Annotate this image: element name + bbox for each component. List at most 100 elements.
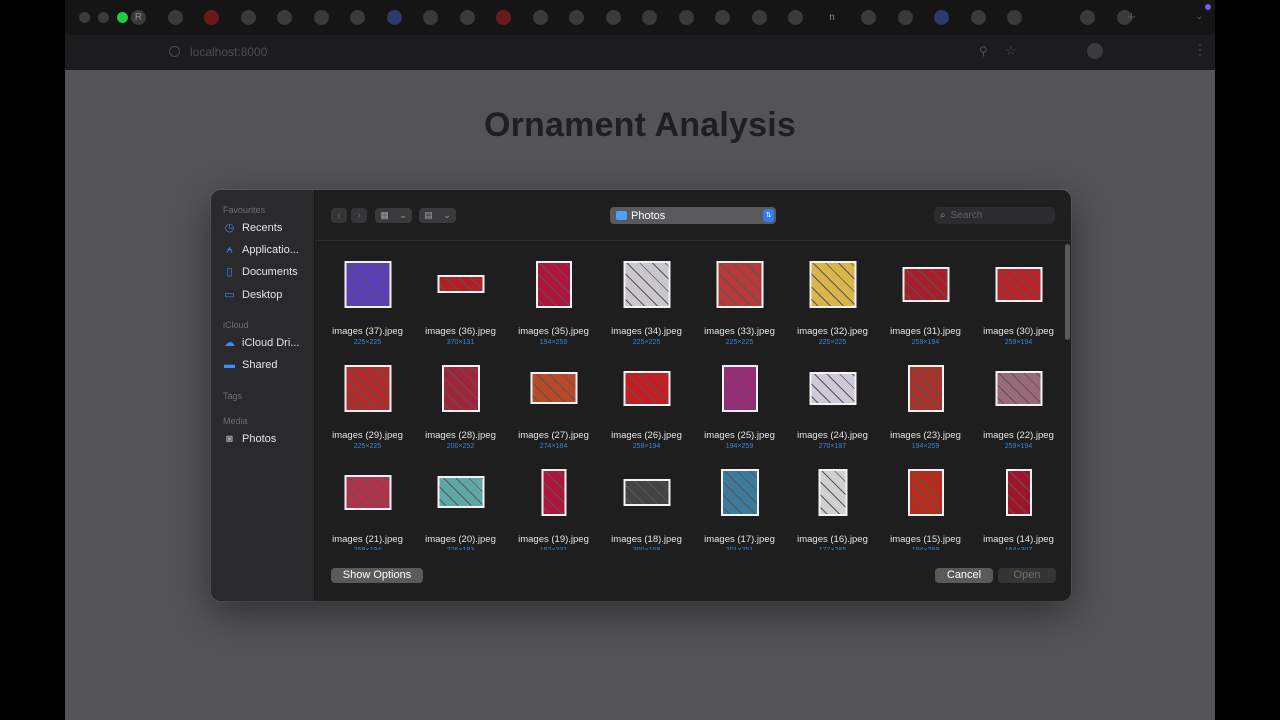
file-item[interactable]: images (22).jpeg 259×194 <box>972 354 1060 450</box>
file-item[interactable]: images (34).jpeg 225×225 <box>600 250 693 346</box>
file-item[interactable]: images (23).jpeg 194×259 <box>879 354 972 450</box>
tab-favicon[interactable]: n <box>824 10 840 25</box>
tab-favicon[interactable] <box>240 10 256 25</box>
tab-favicon[interactable] <box>167 10 183 25</box>
sidebar-item-shared[interactable]: ▬ Shared <box>223 356 277 374</box>
file-thumbnail <box>720 468 759 516</box>
file-dimensions: 270×187 <box>818 443 847 450</box>
open-button[interactable]: Open <box>998 568 1056 583</box>
sidebar-item-label: Documents <box>242 266 298 278</box>
icloud-header: iCloud <box>223 320 249 330</box>
tab-favicon[interactable] <box>715 10 730 25</box>
file-item[interactable]: images (30).jpeg 259×194 <box>972 250 1060 346</box>
file-thumbnail <box>809 260 856 308</box>
file-thumbnail <box>907 364 944 412</box>
file-name: images (23).jpeg <box>890 430 961 441</box>
tab-favicon[interactable] <box>423 10 438 25</box>
file-item[interactable]: images (17).jpeg201×251 <box>693 458 786 550</box>
file-item[interactable]: images (36).jpeg 370×131 <box>414 250 507 346</box>
search-field[interactable]: ⌕ <box>934 207 1055 224</box>
file-item[interactable]: images (35).jpeg 194×259 <box>507 250 600 346</box>
sidebar-item-desktop[interactable]: ▭ Desktop <box>223 286 282 304</box>
cloud-icon: ☁ <box>224 336 235 349</box>
browser-menu-icon[interactable]: ⋮ <box>1193 41 1207 58</box>
file-item[interactable]: images (27).jpeg 274×184 <box>507 354 600 450</box>
address-bar[interactable]: localhost:8000 ⚲ ☆ ⋮ <box>65 35 1215 71</box>
tab-favicon[interactable] <box>569 10 584 25</box>
file-dimensions: 194×259 <box>539 339 568 346</box>
file-item[interactable]: images (18).jpeg300×168 <box>600 458 693 550</box>
back-button[interactable]: ‹ <box>331 208 347 223</box>
cancel-button[interactable]: Cancel <box>935 568 993 583</box>
tab-favicon[interactable] <box>751 10 767 25</box>
file-name: images (29).jpeg <box>332 430 403 441</box>
file-item[interactable]: images (24).jpeg 270×187 <box>786 354 879 450</box>
tab-favicon[interactable] <box>532 10 548 25</box>
maximize-window-button[interactable] <box>117 12 128 23</box>
file-thumbnail <box>995 266 1042 302</box>
file-item[interactable]: images (32).jpeg 225×225 <box>786 250 879 346</box>
tab-favicon[interactable] <box>1080 10 1095 25</box>
file-item[interactable]: images (29).jpeg 225×225 <box>321 354 414 450</box>
site-info-icon[interactable] <box>169 46 180 57</box>
file-item[interactable]: images (16).jpeg177×285 <box>786 458 879 550</box>
tab-favicon[interactable] <box>970 10 986 25</box>
file-item[interactable]: images (26).jpeg 259×194 <box>600 354 693 450</box>
file-item[interactable]: images (14).jpeg164×307 <box>972 458 1060 550</box>
file-name: images (35).jpeg <box>518 326 589 337</box>
tab-favicon[interactable] <box>277 10 292 25</box>
tab-favicon[interactable] <box>313 10 329 25</box>
scroll-thumb[interactable] <box>1065 244 1070 340</box>
bookmark-star-icon[interactable]: ☆ <box>1005 43 1017 59</box>
tab-favicon[interactable] <box>861 10 876 25</box>
tab-favicon[interactable] <box>605 10 621 25</box>
zoom-icon[interactable]: ⚲ <box>979 44 988 58</box>
file-item[interactable]: images (19).jpeg152×331 <box>507 458 600 550</box>
vertical-scrollbar[interactable] <box>1064 242 1071 550</box>
file-thumbnail <box>623 478 670 506</box>
icon-view-button[interactable]: ▦ ⌄ <box>375 208 412 223</box>
gallery-view-icon: ▤ <box>424 210 433 220</box>
sidebar-item-photos[interactable]: ◙ Photos <box>223 430 276 448</box>
sidebar-item-recents[interactable]: ◷ Recents <box>223 219 283 237</box>
dialog-footer: Show Options Cancel Open <box>315 550 1071 601</box>
file-item[interactable]: images (25).jpeg 194×259 <box>693 354 786 450</box>
tab-favicon[interactable] <box>496 10 511 25</box>
tab-favicon[interactable] <box>934 10 949 25</box>
tab-list-chevron-icon[interactable]: ⌄ <box>1195 11 1203 22</box>
location-popup[interactable]: Photos ⇅ <box>610 207 776 224</box>
tab-favicon[interactable] <box>386 10 402 25</box>
file-item[interactable]: images (20).jpeg276×183 <box>414 458 507 550</box>
group-view-button[interactable]: ▤ ⌄ <box>419 208 456 223</box>
tab-favicon[interactable] <box>1043 10 1059 25</box>
search-input[interactable] <box>950 210 1041 221</box>
file-item[interactable]: images (15).jpeg194×259 <box>879 458 972 550</box>
file-item[interactable]: images (33).jpeg 225×225 <box>693 250 786 346</box>
tab-favicon[interactable] <box>642 10 657 25</box>
close-window-button[interactable] <box>79 12 90 23</box>
tab-favicon[interactable] <box>678 10 694 25</box>
forward-button[interactable]: › <box>351 208 367 223</box>
tab-favicon[interactable]: R <box>131 10 146 25</box>
tab-favicon[interactable] <box>897 10 913 25</box>
profile-avatar[interactable] <box>1087 43 1103 59</box>
tab-favicon[interactable] <box>1007 10 1022 25</box>
file-item[interactable]: images (21).jpeg259×194 <box>321 458 414 550</box>
sidebar-item-documents[interactable]: ▯ Documents <box>223 263 298 281</box>
sidebar-item-icloud-drive[interactable]: ☁ iCloud Dri... <box>223 334 299 352</box>
url-text[interactable]: localhost:8000 <box>190 45 267 59</box>
tab-strip: Rn + ⌄ <box>65 0 1215 35</box>
tab-favicon[interactable] <box>788 10 803 25</box>
tab-favicon[interactable] <box>350 10 365 25</box>
tab-favicon[interactable] <box>204 10 219 25</box>
show-options-button[interactable]: Show Options <box>331 568 423 583</box>
tab-favicon[interactable] <box>459 10 475 25</box>
file-item[interactable]: images (37).jpeg 225×225 <box>321 250 414 346</box>
new-tab-icon[interactable]: + <box>1127 9 1136 26</box>
file-item[interactable]: images (31).jpeg 259×194 <box>879 250 972 346</box>
file-item[interactable]: images (28).jpeg 200×252 <box>414 354 507 450</box>
sidebar-item-applications[interactable]: ⍲ Applicatio... <box>223 241 299 259</box>
file-dimensions: 225×225 <box>632 339 661 346</box>
minimize-window-button[interactable] <box>98 12 109 23</box>
file-browser-pane: ‹ › ▦ ⌄ ▤ ⌄ Photos ⇅ ⌕ images (37).jpeg 2… <box>315 190 1071 601</box>
